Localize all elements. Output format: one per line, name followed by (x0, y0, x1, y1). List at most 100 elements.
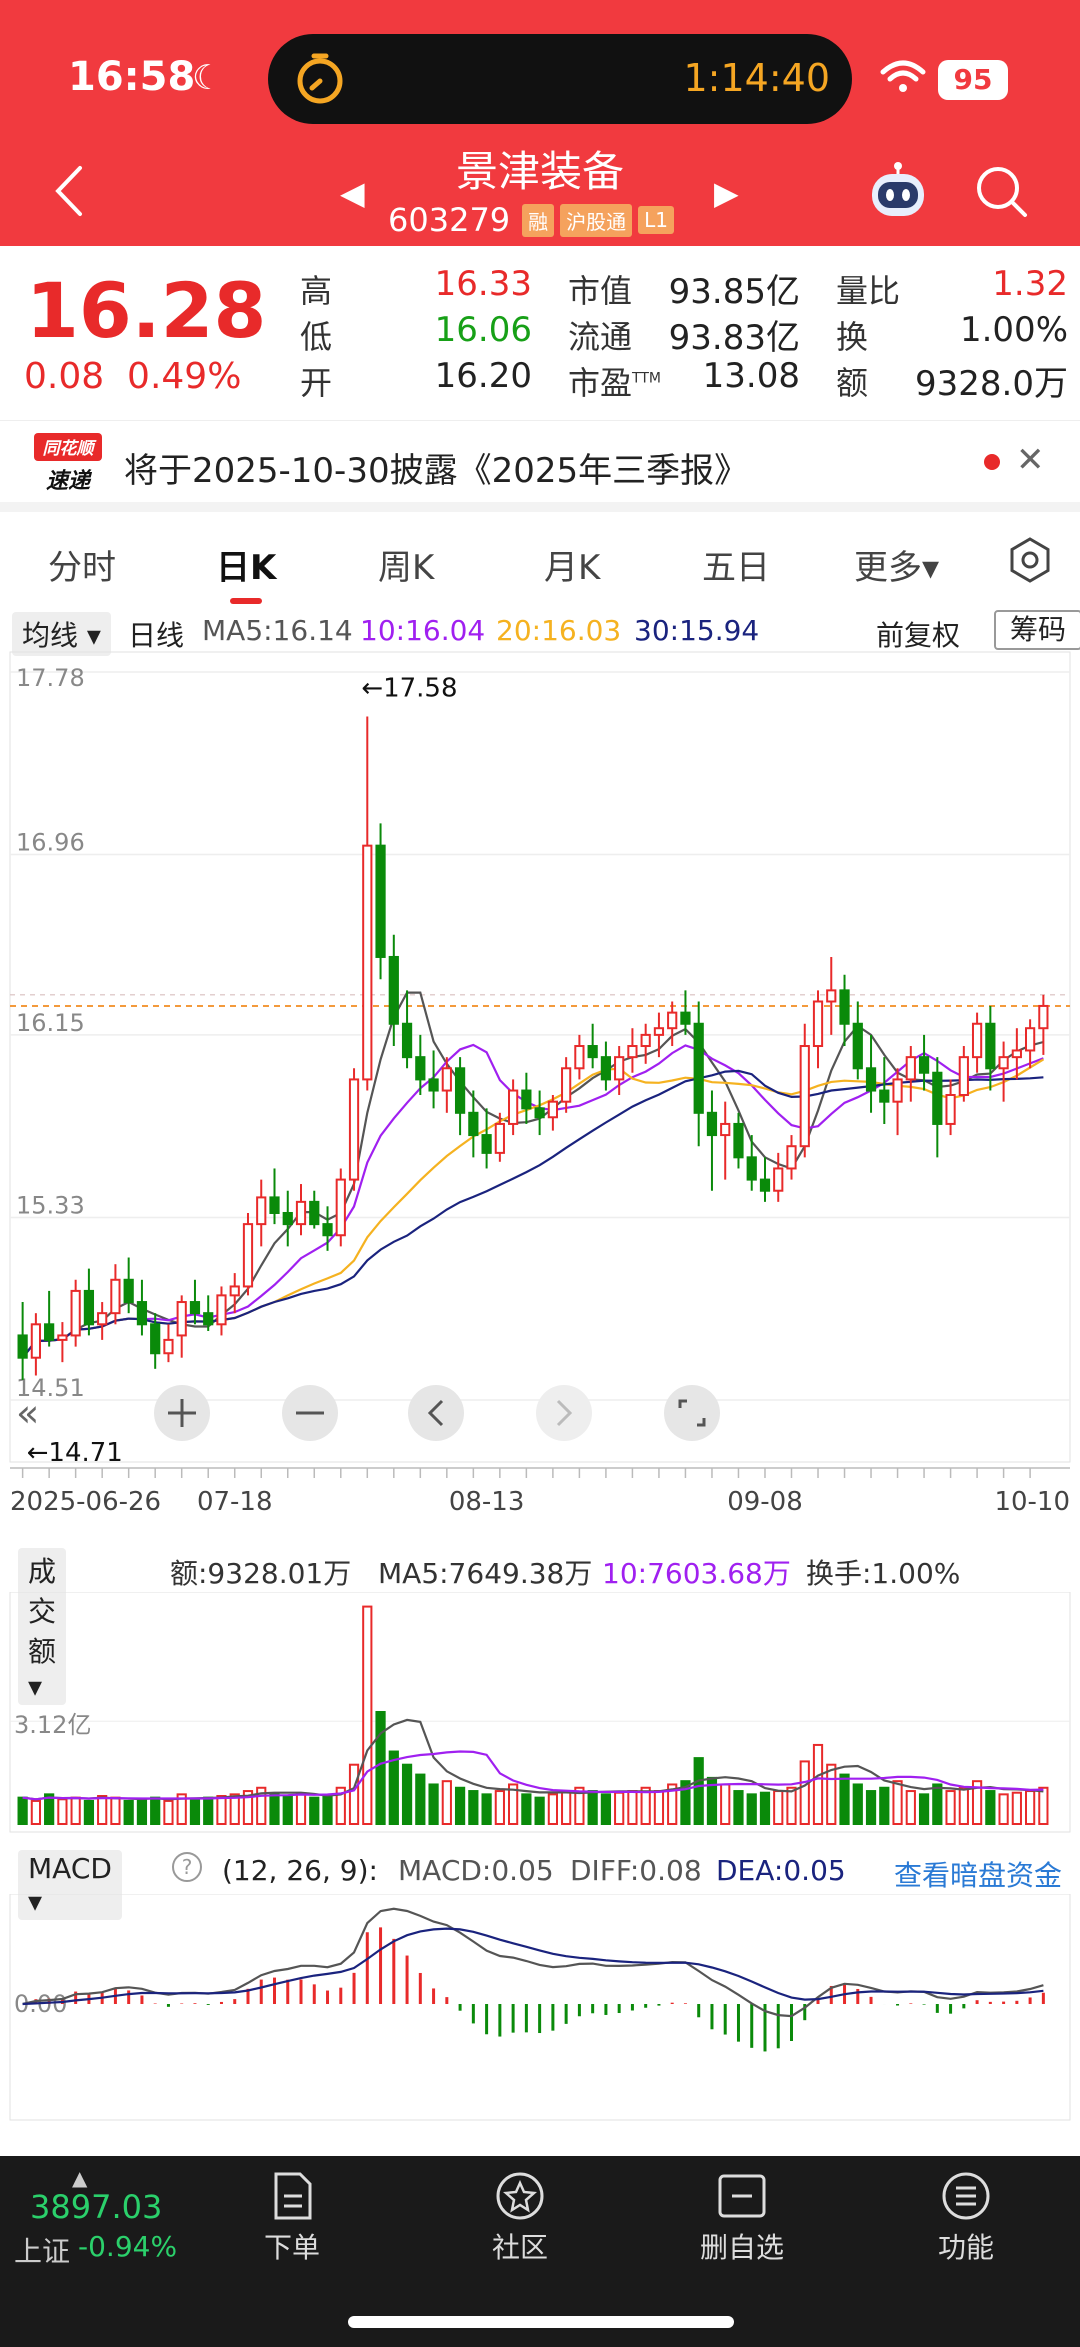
volume-bar (401, 1763, 413, 1826)
news-logo-top: 同花顺 (43, 439, 98, 459)
index-value[interactable]: 3897.03 (30, 2188, 162, 2226)
volume-bar (348, 1763, 360, 1826)
tab-five-day[interactable]: 五日 (702, 540, 770, 589)
volume-chart[interactable]: 3.12亿 (0, 1592, 1080, 1842)
prev-stock-icon[interactable]: ◀ (340, 174, 365, 212)
turn-value: 1.00% (959, 310, 1068, 350)
news-bar[interactable]: 同花顺 速递 将于2025-10-30披露《2025年三季报》 (0, 420, 1080, 512)
tab-weekly-k[interactable]: 周K (378, 540, 434, 589)
candle-body (57, 1334, 68, 1341)
adjust-select[interactable]: 前复权 (876, 614, 960, 654)
scroll-left-button[interactable] (408, 1385, 464, 1441)
fullscreen-button[interactable] (664, 1385, 720, 1441)
candle-body (335, 1178, 346, 1237)
candle-body (468, 1111, 479, 1137)
dynamic-island[interactable]: 1:14:40 (268, 34, 852, 124)
candle-body (600, 1056, 612, 1081)
settings-icon[interactable] (1006, 536, 1054, 584)
candle-body (706, 1111, 718, 1137)
volume-bar (1025, 1790, 1036, 1825)
tab-daily-k[interactable]: 日K (216, 540, 276, 589)
period-label: 日线 (128, 619, 185, 652)
nav-remove-watchlist[interactable]: 删自选 (672, 2170, 812, 2266)
candle-body (852, 1022, 863, 1070)
candle-body (216, 1294, 227, 1326)
candle-body (971, 1022, 983, 1059)
volume-bar (879, 1786, 890, 1826)
candle-body (521, 1089, 532, 1110)
volume-bar (905, 1790, 916, 1825)
vr-label: 量比 (836, 272, 901, 310)
search-icon[interactable] (974, 164, 1028, 218)
timer-icon (297, 53, 343, 104)
zoom-controls: « (16, 1385, 720, 1441)
candle-body (1038, 1004, 1049, 1030)
tab-more[interactable]: 更多▾ (854, 540, 939, 589)
volume-bar (892, 1780, 903, 1825)
dark-pool-link[interactable]: 查看暗盘资金 (894, 1854, 1062, 1894)
nav-functions[interactable]: 功能 (896, 2170, 1036, 2266)
candle-body (985, 1022, 996, 1070)
chip-button[interactable]: 筹码 (994, 610, 1080, 650)
candle-body (627, 1045, 638, 1059)
candle-body (534, 1107, 545, 1119)
candle-body (547, 1100, 558, 1119)
x-tick-label: 07-18 (197, 1487, 273, 1517)
candle-body (614, 1056, 625, 1081)
volume-bar (918, 1793, 930, 1825)
volume-bar (494, 1790, 505, 1825)
robot-icon[interactable] (866, 160, 930, 220)
volume-bar (282, 1795, 293, 1825)
candle-body (508, 1089, 519, 1125)
volume-bar (561, 1790, 572, 1825)
scroll-right-button[interactable] (536, 1385, 592, 1441)
candle-body (640, 1033, 651, 1048)
candle-body (269, 1196, 280, 1214)
x-tick-label: 10-10 (994, 1487, 1070, 1517)
volume-bar (216, 1795, 227, 1825)
nav-community[interactable]: 社区 (450, 2170, 590, 2266)
macd-chart[interactable]: 0.00 (0, 1894, 1080, 2134)
volume-bar (826, 1763, 837, 1826)
macd-dea: DEA:0.05 (716, 1854, 846, 1887)
candle-body (879, 1089, 890, 1103)
zoom-out-button[interactable] (282, 1385, 338, 1441)
candle-body (746, 1156, 757, 1181)
tag-margin: 融 (522, 203, 555, 237)
candle-body (494, 1122, 505, 1154)
volume-bar (799, 1760, 810, 1825)
nav-order[interactable]: 下单 (222, 2170, 362, 2266)
next-stock-icon[interactable]: ▶ (714, 174, 739, 212)
candle-body (720, 1122, 731, 1137)
pe-label: 市盈TTM (568, 358, 661, 404)
candle-body (812, 1000, 824, 1048)
volume-bar (295, 1793, 307, 1825)
help-icon[interactable]: ? (172, 1852, 202, 1882)
index-expand-icon[interactable]: ▲ (72, 2166, 87, 2190)
collapse-left-icon[interactable]: « (16, 1391, 39, 1435)
pe-ttm: TTM (632, 370, 661, 387)
tab-intraday[interactable]: 分时 (48, 540, 116, 589)
nav-order-label: 下单 (263, 2231, 320, 2264)
pe-value: 13.08 (702, 356, 800, 396)
tab-monthly-k[interactable]: 月K (544, 540, 600, 589)
ma5-line (21, 991, 1044, 1359)
candle-body (759, 1178, 771, 1192)
candle-body (998, 1056, 1009, 1070)
close-icon[interactable]: ✕ (1016, 440, 1045, 480)
candle-body (932, 1071, 943, 1125)
quote-panel: 16.28 0.08 0.49% 高 16.33 低 16.06 开 16.20… (0, 246, 1080, 418)
tag-connect: 沪股通 (560, 203, 633, 237)
volume-bar (97, 1795, 108, 1825)
current-price: 16.28 (26, 266, 267, 355)
candle-body (401, 1022, 413, 1059)
volume-bar (773, 1790, 784, 1825)
volume-bar (110, 1796, 121, 1826)
ma30-line (21, 1069, 1044, 1359)
volume-bar (587, 1790, 598, 1825)
x-tick-label: 2025-06-26 (10, 1487, 161, 1517)
candle-body (189, 1301, 201, 1315)
candle-body (282, 1211, 293, 1226)
volume-bar (958, 1786, 969, 1826)
zoom-in-button[interactable] (154, 1385, 210, 1441)
